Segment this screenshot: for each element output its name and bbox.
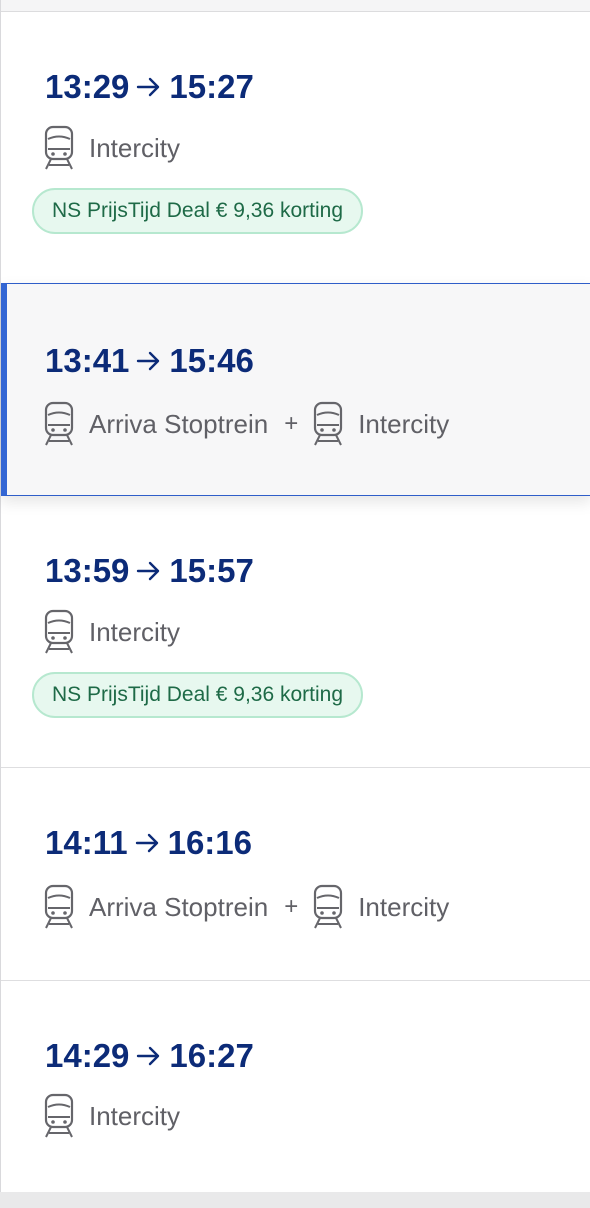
train-icon bbox=[314, 884, 343, 929]
trip-legs: Intercity bbox=[43, 1093, 180, 1139]
trip-option-1359[interactable]: 13:59 15:57 Intercity NS PrijsTijd Deal … bbox=[1, 496, 590, 768]
train-icon bbox=[44, 1093, 74, 1138]
trip-legs: Intercity bbox=[43, 125, 180, 171]
leg-connector: + bbox=[284, 893, 299, 920]
deal-badge: NS PrijsTijd Deal € 9,36 korting bbox=[32, 188, 364, 234]
list-top-edge bbox=[1, 0, 590, 12]
trip-list: 13:29 15:27 Intercity NS PrijsTijd Deal … bbox=[0, 0, 590, 1192]
arrival-time: 15:57 bbox=[169, 552, 254, 589]
departure-time: 13:41 bbox=[45, 342, 130, 379]
trip-option-1329[interactable]: 13:29 15:27 Intercity NS PrijsTijd Deal … bbox=[1, 12, 590, 284]
leg-label: Intercity bbox=[89, 132, 181, 163]
trip-option-1429[interactable]: 14:29 16:27 Intercity bbox=[1, 981, 590, 1192]
departure-time: 13:29 bbox=[45, 68, 130, 105]
trip-legs: Intercity bbox=[43, 609, 180, 655]
trip-times: 13:29 15:27 bbox=[45, 68, 254, 106]
departure-time: 14:11 bbox=[45, 824, 128, 861]
trip-option-1341-selected[interactable]: 13:41 15:46 Arriva Stoptrein + Intercity bbox=[1, 283, 590, 496]
departure-time: 13:59 bbox=[45, 552, 130, 589]
leg-label: Intercity bbox=[358, 408, 450, 439]
trip-legs: Arriva Stoptrein + Intercity bbox=[43, 401, 449, 447]
arrow-right-icon bbox=[137, 1046, 160, 1066]
leg-label: Arriva Stoptrein bbox=[89, 408, 269, 439]
arrow-right-icon bbox=[135, 833, 158, 853]
train-icon bbox=[44, 401, 74, 446]
trip-times: 13:41 15:46 bbox=[45, 342, 254, 380]
trip-legs: Arriva Stoptrein + Intercity bbox=[43, 884, 449, 930]
leg-label: Intercity bbox=[89, 616, 181, 647]
arrow-right-icon bbox=[137, 561, 160, 581]
leg-label: Arriva Stoptrein bbox=[89, 891, 269, 922]
train-icon bbox=[44, 884, 74, 929]
trip-times: 14:29 16:27 bbox=[45, 1037, 254, 1075]
departure-time: 14:29 bbox=[45, 1037, 130, 1074]
arrival-time: 15:46 bbox=[169, 342, 254, 379]
leg-label: Intercity bbox=[358, 891, 450, 922]
leg-label: Intercity bbox=[89, 1100, 181, 1131]
train-icon bbox=[314, 401, 343, 446]
arrow-right-icon bbox=[137, 351, 160, 371]
arrival-time: 16:27 bbox=[169, 1037, 254, 1074]
arrival-time: 15:27 bbox=[169, 68, 254, 105]
trip-times: 13:59 15:57 bbox=[45, 552, 254, 590]
leg-connector: + bbox=[284, 410, 299, 437]
deal-badge: NS PrijsTijd Deal € 9,36 korting bbox=[32, 672, 364, 718]
trip-times: 14:11 16:16 bbox=[45, 824, 252, 862]
arrow-right-icon bbox=[137, 77, 160, 97]
train-icon bbox=[44, 125, 74, 170]
train-icon bbox=[44, 609, 74, 654]
arrival-time: 16:16 bbox=[167, 824, 252, 861]
trip-option-1411[interactable]: 14:11 16:16 Arriva Stoptrein + Intercity bbox=[1, 768, 590, 981]
